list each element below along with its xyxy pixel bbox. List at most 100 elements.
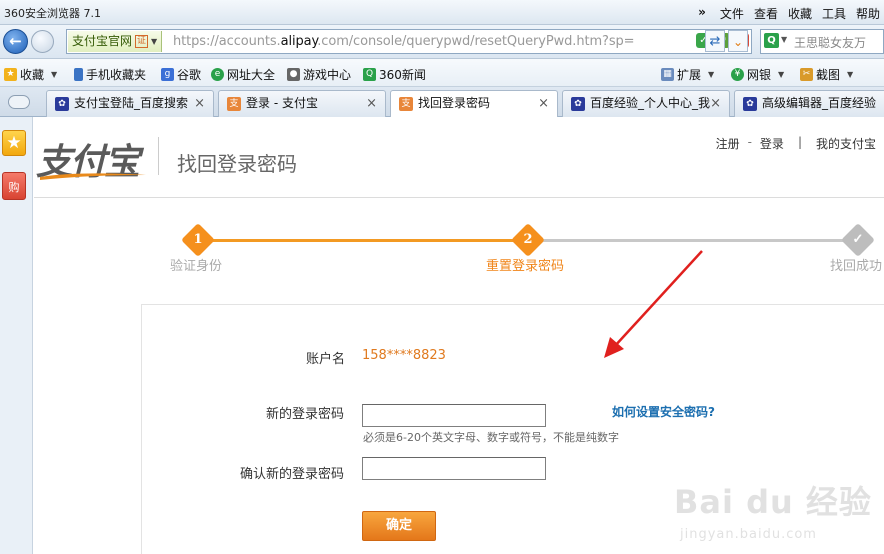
chevron-down-icon[interactable]: ▼ xyxy=(781,35,787,44)
menu-more-icon[interactable]: » xyxy=(698,5,706,22)
menu-view[interactable]: 查看 xyxy=(754,5,778,22)
search-input[interactable]: 王思聪女友万 xyxy=(794,34,866,51)
toolbar-screenshot[interactable]: ✂ 截图 ▼ xyxy=(800,66,853,83)
chevron-down-icon: ▼ xyxy=(51,70,58,79)
step-1-label: 验证身份 xyxy=(170,259,223,274)
star-icon: ★ xyxy=(4,68,17,81)
cloud-icon[interactable] xyxy=(8,95,30,109)
close-icon[interactable]: × xyxy=(366,91,377,116)
menu-favorites[interactable]: 收藏 xyxy=(788,5,812,22)
url-text[interactable]: https://accounts.alipay.com/console/quer… xyxy=(173,34,635,49)
baidu-jingyan-watermark: Bai du 经验 jingyan.baidu.com xyxy=(674,457,879,554)
confirm-password-input[interactable] xyxy=(362,457,546,480)
annotation-arrow xyxy=(604,250,703,358)
browser-sidebar: ★ 购 xyxy=(0,117,33,554)
my-alipay-link[interactable]: 我的支付宝 xyxy=(816,135,876,152)
tab-baidu-jingyan-editor[interactable]: ✿ 高级编辑器_百度经验 xyxy=(734,90,884,117)
link-separator: - xyxy=(747,135,752,149)
bookmark-label: 截图 xyxy=(816,68,841,82)
confirm-password-label: 确认新的登录密码 xyxy=(240,467,345,482)
page-title: 找回登录密码 xyxy=(177,152,297,176)
header-divider xyxy=(158,137,159,175)
bookmark-label: 网址大全 xyxy=(227,68,276,82)
bookmark-favorites[interactable]: ★ 收藏 ▼ xyxy=(4,66,57,83)
url-suffix: .com/console/querypwd/resetQueryPwd.htm?… xyxy=(317,34,635,49)
search-box[interactable]: Q ▼ 王思聪女友万 xyxy=(760,29,884,54)
tab-reset-password[interactable]: 支 找回登录密码 × xyxy=(390,90,558,118)
baidu-paw-icon: ✿ xyxy=(743,97,757,111)
bookmark-label: 网银 xyxy=(747,68,772,82)
header-rule xyxy=(34,197,884,198)
chevron-down-icon: ▼ xyxy=(778,70,785,79)
tab-baidu-jingyan-center[interactable]: ✿ 百度经验_个人中心_我 × xyxy=(562,90,730,117)
yen-icon: ¥ xyxy=(731,68,744,81)
alipay-logo[interactable]: 支付宝 xyxy=(34,135,152,183)
site-identity-chip[interactable]: 支付宝官网 证 ▼ xyxy=(68,31,163,52)
tab-label: 找回登录密码 xyxy=(418,96,491,110)
page-content: 支付宝 找回登录密码 注册 - 登录 | 我的支付宝 1 验证身份 2 重置登录… xyxy=(34,117,884,554)
menu-file[interactable]: 文件 xyxy=(720,5,744,22)
tab-baidu-search[interactable]: ✿ 支付宝登陆_百度搜索 × xyxy=(46,90,214,117)
baidu-paw-icon: ✿ xyxy=(55,97,69,111)
url-domain: alipay xyxy=(280,34,318,49)
tab-bar: ✿ 支付宝登陆_百度搜索 × 支 登录 - 支付宝 × 支 找回登录密码 × ✿… xyxy=(0,87,884,118)
favorites-dropdown-button[interactable]: ⌄ xyxy=(728,30,748,52)
chevron-down-icon: ▼ xyxy=(151,37,158,46)
alipay-icon: 支 xyxy=(399,97,413,111)
scissors-icon: ✂ xyxy=(800,68,813,81)
tab-alipay-login[interactable]: 支 登录 - 支付宝 × xyxy=(218,90,386,117)
step-progress-line-pending xyxy=(543,239,848,242)
password-help-link[interactable]: 如何设置安全密码? xyxy=(612,403,715,420)
chevron-down-icon: ▼ xyxy=(847,70,854,79)
toolbar-extensions[interactable]: ▦ 扩展 ▼ xyxy=(661,66,714,83)
new-password-input[interactable] xyxy=(362,404,546,427)
refresh-button[interactable]: ⇄ xyxy=(705,30,725,52)
step-3-label: 找回成功 xyxy=(830,259,883,274)
new-password-label: 新的登录密码 xyxy=(266,407,345,422)
account-value: 158****8823 xyxy=(362,348,446,363)
star-icon[interactable]: ★ xyxy=(2,130,26,156)
url-bar[interactable]: 支付宝官网 证 ▼ https://accounts.alipay.com/co… xyxy=(66,29,752,54)
bookmarks-bar: ★ 收藏 ▼ 手机收藏夹 g 谷歌 e 网址大全 ● 游戏中心 Q 360新闻 … xyxy=(0,59,884,133)
account-label: 账户名 xyxy=(306,352,346,367)
confirm-button[interactable]: 确定 xyxy=(362,511,436,541)
bookmark-news[interactable]: Q 360新闻 xyxy=(363,66,426,83)
login-link[interactable]: 登录 xyxy=(760,135,784,152)
search-engine-icon[interactable]: Q xyxy=(764,33,779,48)
step-2-number: 2 xyxy=(523,232,533,247)
forward-button[interactable] xyxy=(31,30,54,53)
site-chip-label: 支付宝官网 xyxy=(72,34,133,48)
back-button[interactable]: ← xyxy=(3,29,28,54)
search-icon: Q xyxy=(363,68,376,81)
back-arrow-icon: ← xyxy=(9,32,22,50)
register-link[interactable]: 注册 xyxy=(716,135,740,152)
phone-icon xyxy=(74,68,83,81)
baidu-paw-icon: ✿ xyxy=(571,97,585,111)
shopping-icon[interactable]: 购 xyxy=(2,172,26,200)
top-links: 注册 - 登录 | 我的支付宝 xyxy=(716,135,876,152)
close-icon[interactable]: × xyxy=(194,91,205,116)
bookmark-label: 游戏中心 xyxy=(303,68,352,82)
menu-tools[interactable]: 工具 xyxy=(822,5,846,22)
watermark-text: Bai du 经验 xyxy=(674,483,872,521)
bookmark-label: 手机收藏夹 xyxy=(86,68,147,82)
step-2-label: 重置登录密码 xyxy=(486,259,565,274)
gamepad-icon: ● xyxy=(287,68,300,81)
bookmark-mobile[interactable]: 手机收藏夹 xyxy=(74,66,146,83)
toolbar-ebank[interactable]: ¥ 网银 ▼ xyxy=(731,66,784,83)
watermark-url: jingyan.baidu.com xyxy=(680,527,817,542)
tab-label: 登录 - 支付宝 xyxy=(246,96,318,110)
bookmark-google[interactable]: g 谷歌 xyxy=(161,66,201,83)
chevron-down-icon: ▼ xyxy=(708,70,715,79)
menu-help[interactable]: 帮助 xyxy=(856,5,880,22)
url-prefix: https://accounts. xyxy=(173,34,281,49)
close-icon[interactable]: × xyxy=(710,91,721,116)
bookmark-games[interactable]: ● 游戏中心 xyxy=(287,66,351,83)
step-progress-line-done xyxy=(213,239,517,242)
close-icon[interactable]: × xyxy=(538,91,549,116)
bookmark-sites[interactable]: e 网址大全 xyxy=(211,66,275,83)
bookmark-label: 扩展 xyxy=(677,68,702,82)
bookmark-label: 收藏 xyxy=(20,68,45,82)
tab-label: 高级编辑器_百度经验 xyxy=(762,96,877,110)
refresh-icon: ⇄ xyxy=(709,34,721,49)
